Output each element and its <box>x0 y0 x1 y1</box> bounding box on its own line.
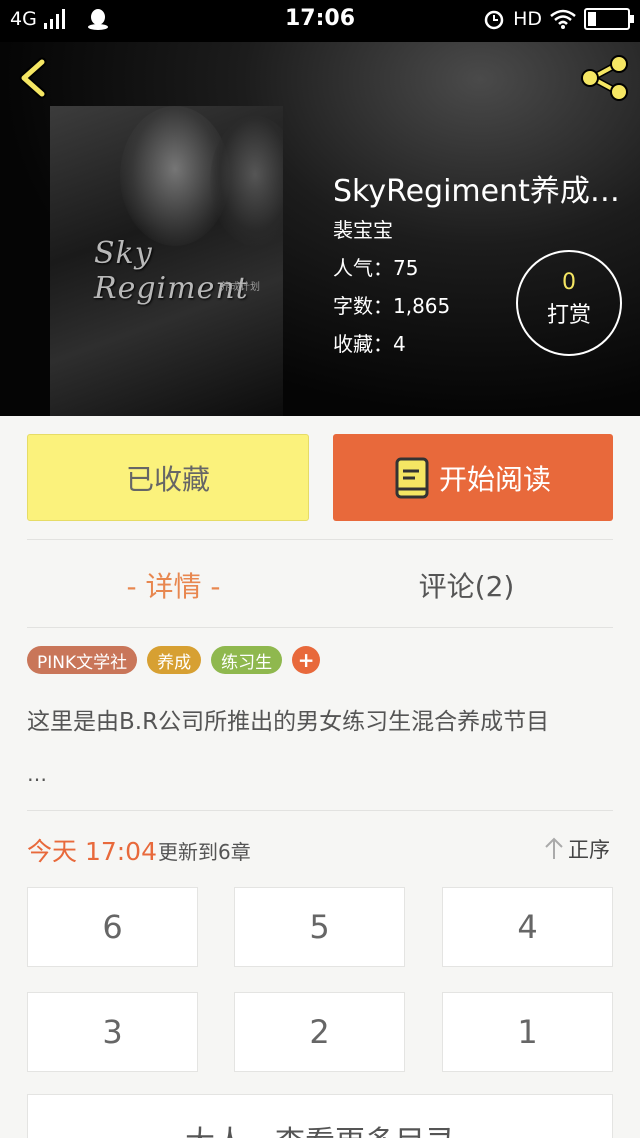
hd-label: HD <box>513 8 542 30</box>
book-favorites: 收藏：4 <box>333 332 406 356</box>
book-header: Sky Regiment 养成计划 SkyRegiment养成计划 裴宝宝 人气… <box>0 42 640 416</box>
cover-subtitle: 养成计划 <box>220 282 260 293</box>
tab-details[interactable]: - 详情 - <box>27 560 320 610</box>
update-date: 今天 17:04 <box>27 837 157 866</box>
wifi-icon <box>550 9 576 29</box>
divider <box>27 810 613 811</box>
tag[interactable]: PINK文学社 <box>27 646 138 674</box>
cover-art-face <box>210 116 283 246</box>
chapter-button[interactable]: 3 <box>27 992 198 1072</box>
favorited-button[interactable]: 已收藏 <box>27 434 309 521</box>
alarm-icon <box>484 10 504 30</box>
chapter-button[interactable]: 1 <box>442 992 613 1072</box>
book-intro[interactable]: 这里是由B.R公司所推出的男女练习生混合养成节目 <box>27 702 617 736</box>
reward-count: 0 <box>562 270 576 295</box>
reward-button[interactable]: 0 打赏 <box>516 250 622 356</box>
chapter-button[interactable]: 5 <box>234 887 405 967</box>
cover-title: Sky Regiment <box>94 236 249 306</box>
back-button[interactable] <box>14 56 54 100</box>
sort-label: 正序 <box>568 838 610 862</box>
divider <box>27 627 613 628</box>
add-tag-icon[interactable]: + <box>292 646 321 674</box>
battery-icon <box>584 8 634 30</box>
divider <box>27 539 613 540</box>
start-reading-label: 开始阅读 <box>438 462 551 496</box>
book-author: 裴宝宝 <box>333 218 393 242</box>
share-button[interactable] <box>578 54 632 102</box>
book-popularity: 人气：75 <box>333 256 419 280</box>
sort-order-button[interactable]: 正序 <box>544 834 610 864</box>
book-title: SkyRegiment养成计划 <box>333 174 633 209</box>
view-more-label: 大人，查看更多目录 <box>185 1117 455 1138</box>
book-word-count: 字数：1,865 <box>333 294 451 318</box>
status-bar: 4G 17:06 HD <box>0 0 640 42</box>
share-icon <box>581 55 628 101</box>
chapter-button[interactable]: 4 <box>442 887 613 967</box>
intro-expand[interactable]: … <box>27 762 47 786</box>
book-icon <box>395 457 429 498</box>
tab-comments[interactable]: 评论(2) <box>320 560 613 610</box>
book-cover[interactable]: Sky Regiment 养成计划 <box>50 106 283 416</box>
back-arrow-icon <box>19 57 47 99</box>
start-reading-button[interactable]: 开始阅读 <box>333 434 613 521</box>
view-more-chapters-button[interactable]: 大人，查看更多目录 <box>27 1094 613 1138</box>
reward-label: 打赏 <box>546 303 591 328</box>
tag[interactable]: 练习生 <box>211 646 283 674</box>
chapter-button[interactable]: 2 <box>234 992 405 1072</box>
update-status: 更新到6章 <box>158 840 251 864</box>
tag[interactable]: 养成 <box>147 646 202 674</box>
tag-list: PINK文学社 养成 练习生 + <box>27 646 321 674</box>
arrow-up-icon <box>545 837 563 859</box>
chapter-button[interactable]: 6 <box>27 887 198 967</box>
